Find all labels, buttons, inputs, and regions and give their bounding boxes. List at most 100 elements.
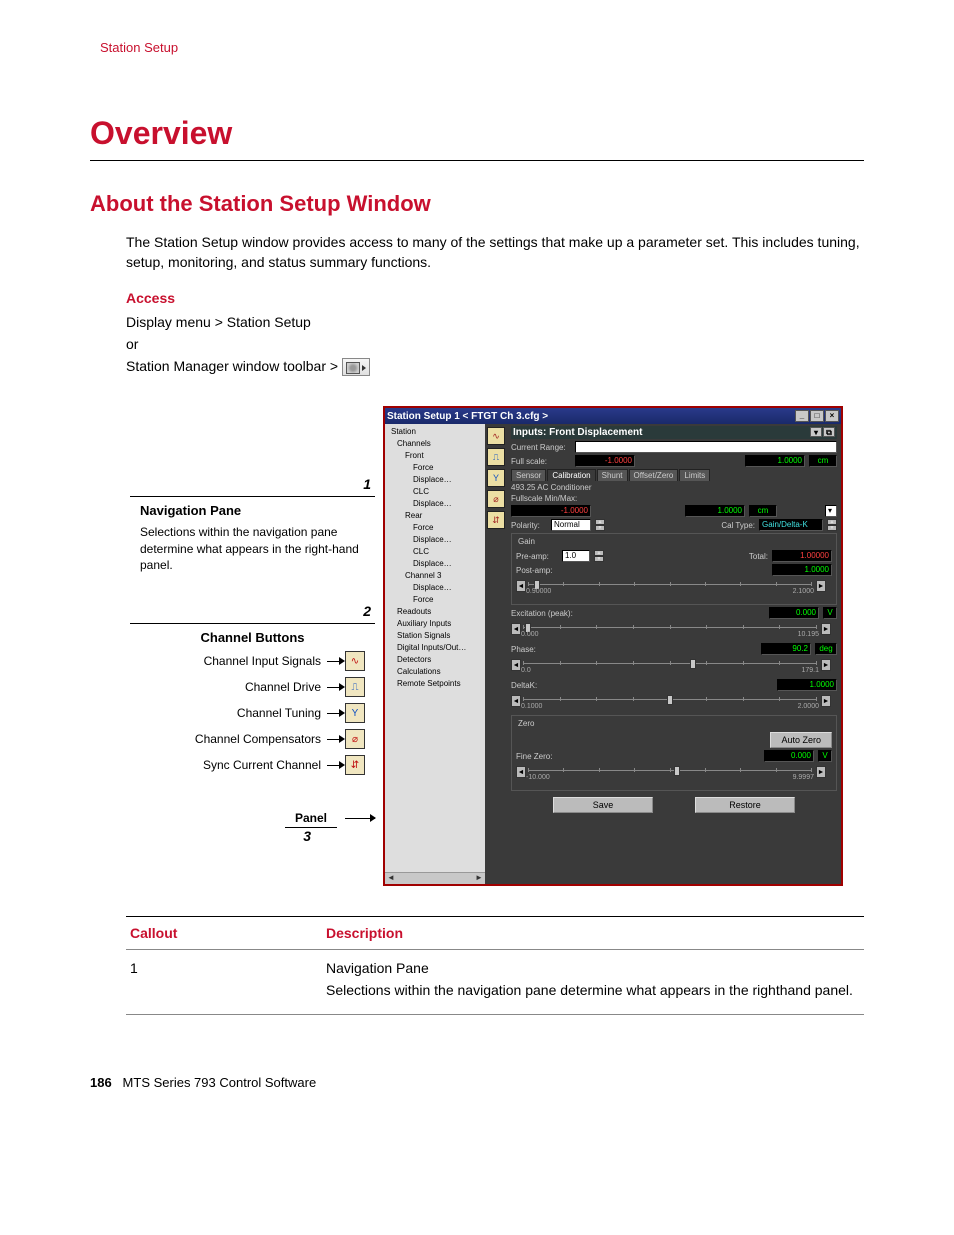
table-header-description: Description [326, 925, 864, 941]
navigation-pane[interactable]: StationChannelsFrontForceDisplace…CLCDis… [385, 424, 485, 884]
table-desc-text: Selections within the navigation pane de… [326, 982, 864, 998]
sync-icon: ⇵ [345, 755, 365, 775]
tree-item[interactable]: Auxiliary Inputs [387, 618, 483, 630]
tree-item[interactable]: Station Signals [387, 630, 483, 642]
access-path-2: Station Manager window toolbar > [90, 358, 864, 376]
minimize-button[interactable]: _ [795, 410, 809, 422]
tree-item[interactable]: Displace… [387, 558, 483, 570]
nav-scrollbar[interactable]: ◄► [385, 872, 485, 884]
postamp-slider[interactable]: ◄ ► 0.90000 2.1000 [516, 578, 832, 594]
restore-button[interactable]: Restore [695, 797, 795, 813]
phase-max: 179.1 [801, 667, 819, 674]
tab-limits[interactable]: Limits [679, 469, 710, 481]
caltype-select[interactable]: Gain/Delta-K [759, 519, 823, 531]
callout-number-3: 3 [303, 828, 311, 844]
annotation-channel-buttons: Channel Buttons Channel Input Signals ∿ … [130, 623, 375, 791]
tree-item[interactable]: CLC [387, 546, 483, 558]
sync-button[interactable]: ⇵ [487, 511, 505, 529]
finezero-slider[interactable]: ◄ ► -10.000 9.9997 [516, 764, 832, 780]
phase-unit: deg [815, 643, 837, 655]
tab-shunt[interactable]: Shunt [597, 469, 628, 481]
tree-item[interactable]: Readouts [387, 606, 483, 618]
excitation-max: 10.195 [798, 631, 819, 638]
window-titlebar: Station Setup 1 < FTGT Ch 3.cfg > _ □ × [385, 408, 841, 424]
excitation-slider[interactable]: ◄ ► 0.000 10.195 [511, 621, 837, 637]
fullscale-hi[interactable]: 1.0000 [685, 505, 745, 517]
tree-item[interactable]: Displace… [387, 582, 483, 594]
tab-offsetzero[interactable]: Offset/Zero [629, 469, 679, 481]
gain-label: Gain [516, 537, 537, 546]
tree-item[interactable]: Displace… [387, 498, 483, 510]
full-scale-label: Full scale: [511, 457, 571, 466]
arrow-icon [327, 656, 345, 666]
tab-calibration[interactable]: Calibration [547, 469, 595, 481]
tree-item[interactable]: Rear [387, 510, 483, 522]
current-range-label: Current Range: [511, 443, 571, 452]
page-number: 186 [90, 1075, 112, 1090]
tuning-button[interactable]: Y [487, 469, 505, 487]
panel-title: Inputs: Front Displacement [513, 427, 642, 438]
table-cell-callout: 1 [126, 960, 326, 1004]
deltak-value: 1.0000 [777, 679, 837, 691]
tree-item[interactable]: Force [387, 462, 483, 474]
tree-item[interactable]: Digital Inputs/Out… [387, 642, 483, 654]
tab-sensor[interactable]: Sensor [511, 469, 546, 481]
total-value: 1.00000 [772, 550, 832, 562]
annotation-nav-text: Selections within the navigation pane de… [140, 524, 365, 573]
save-button[interactable]: Save [553, 797, 653, 813]
auto-zero-button[interactable]: Auto Zero [770, 732, 832, 748]
tree-item[interactable]: Front [387, 450, 483, 462]
panel-tool-icon[interactable]: ⧉ [823, 427, 835, 437]
phase-slider[interactable]: ◄ ► 0.0 179.1 [511, 657, 837, 673]
tree-item[interactable]: Station [387, 426, 483, 438]
tree-item[interactable]: Force [387, 522, 483, 534]
polarity-label: Polarity: [511, 521, 547, 530]
figure: 1 Navigation Pane Selections within the … [130, 406, 864, 886]
tree-item[interactable]: Force [387, 594, 483, 606]
tree-item[interactable]: Channel 3 [387, 570, 483, 582]
arrow-icon [345, 812, 375, 824]
compensators-button[interactable]: ⌀ [487, 490, 505, 508]
annotation-row-tuning: Channel Tuning Y [140, 703, 365, 723]
deltak-min: 0.1000 [521, 703, 542, 710]
annotation-panel-label: Panel [285, 811, 337, 828]
input-signals-icon: ∿ [345, 651, 365, 671]
excitation-unit: V [823, 607, 837, 619]
close-button[interactable]: × [825, 410, 839, 422]
tree-item[interactable]: Remote Setpoints [387, 678, 483, 690]
excitation-value: 0.000 [769, 607, 819, 619]
finezero-unit: V [818, 750, 832, 762]
tree-item[interactable]: CLC [387, 486, 483, 498]
fullscale-dropdown[interactable]: ▾ [825, 505, 837, 517]
polarity-spin[interactable]: ▲▼ [595, 519, 605, 531]
tree-item[interactable]: Displace… [387, 474, 483, 486]
panel-tool-icon[interactable]: ▾ [810, 427, 822, 437]
tree-item[interactable]: Detectors [387, 654, 483, 666]
drive-button[interactable]: ⎍ [487, 448, 505, 466]
excitation-min: 0.000 [521, 631, 539, 638]
full-scale-unit: cm [809, 455, 837, 467]
access-or: or [90, 336, 864, 352]
tree-item[interactable]: Displace… [387, 534, 483, 546]
maximize-button[interactable]: □ [810, 410, 824, 422]
fullscale-lo[interactable]: -1.0000 [511, 505, 591, 517]
current-range-select[interactable] [575, 441, 837, 453]
caltype-spin[interactable]: ▲▼ [827, 519, 837, 531]
preamp-spin[interactable]: ▲▼ [594, 550, 604, 562]
channel-button-column: ∿ ⎍ Y ⌀ ⇵ [485, 424, 507, 884]
table-header-callout: Callout [126, 925, 326, 941]
annotation-row-compensators: Channel Compensators ⌀ [140, 729, 365, 749]
annotation-nav-pane: Navigation Pane Selections within the na… [130, 496, 375, 583]
tree-item[interactable]: Channels [387, 438, 483, 450]
deltak-slider[interactable]: ◄ ► 0.1000 2.0000 [511, 693, 837, 709]
phase-min: 0.0 [521, 667, 531, 674]
input-signals-button[interactable]: ∿ [487, 427, 505, 445]
deltak-max: 2.0000 [798, 703, 819, 710]
polarity-select[interactable]: Normal [551, 519, 591, 531]
annotation-row-sync: Sync Current Channel ⇵ [140, 755, 365, 775]
callout-number-1: 1 [130, 476, 371, 492]
fullscale-unit[interactable]: cm [749, 505, 777, 517]
arrow-icon [327, 682, 345, 692]
tree-item[interactable]: Calculations [387, 666, 483, 678]
preamp-select[interactable]: 1.0 [562, 550, 590, 562]
